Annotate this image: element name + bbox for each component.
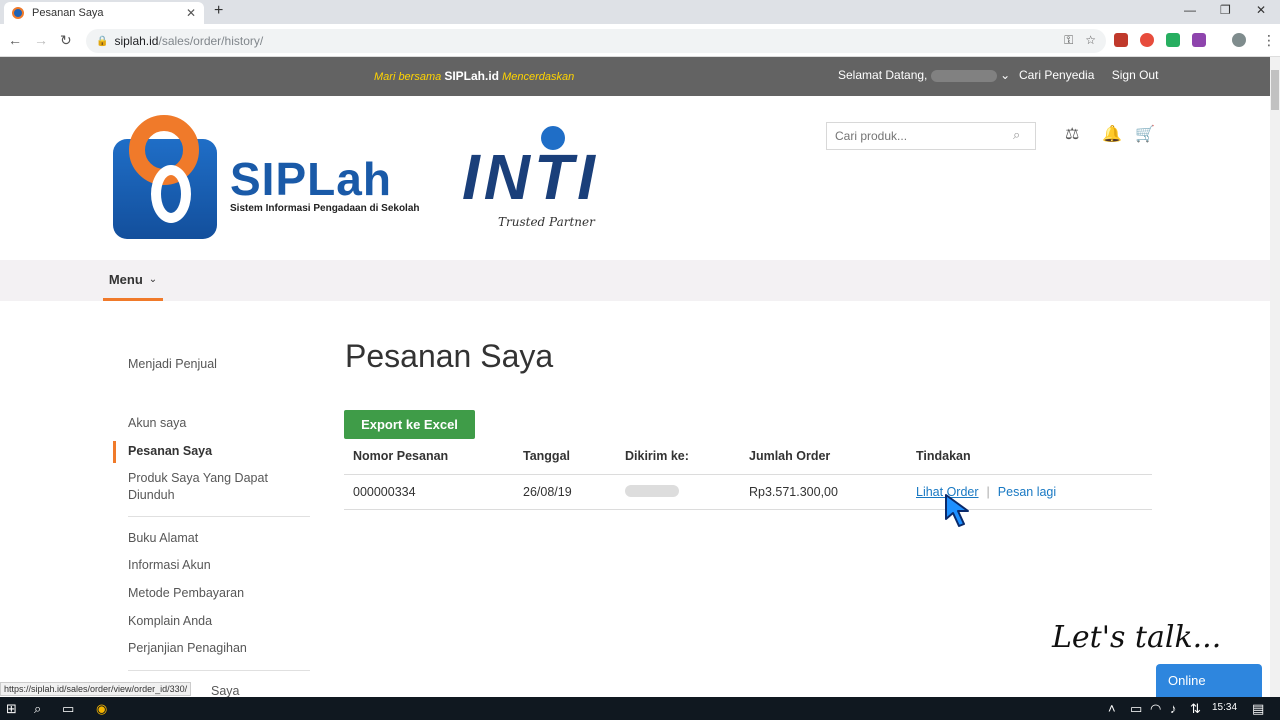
extension-icon[interactable] bbox=[1192, 33, 1206, 47]
notification-icon[interactable]: ▤ bbox=[1252, 701, 1264, 717]
address-bar[interactable]: 🔒 siplah.id/sales/order/history/ ⚿ ☆ bbox=[86, 29, 1106, 53]
search-icon[interactable]: ⌕ bbox=[34, 701, 41, 717]
pdf-extension-icon[interactable] bbox=[1114, 33, 1128, 47]
export-excel-button[interactable]: Export ke Excel bbox=[344, 410, 475, 439]
close-window-icon[interactable]: ✕ bbox=[1256, 3, 1266, 17]
new-tab-button[interactable]: + bbox=[214, 2, 223, 20]
reorder-link[interactable]: Pesan lagi bbox=[998, 485, 1056, 499]
menu-label: Menu bbox=[108, 271, 143, 287]
profile-avatar-icon[interactable] bbox=[1232, 33, 1246, 47]
table-row-divider bbox=[344, 509, 1152, 510]
browser-toolbar: ← → ↻ 🔒 siplah.id/sales/order/history/ ⚿… bbox=[0, 24, 1280, 57]
url-path: /sales/order/history/ bbox=[158, 34, 264, 48]
redacted-username bbox=[930, 69, 997, 82]
reload-icon[interactable]: ↻ bbox=[60, 32, 72, 49]
forward-icon[interactable]: → bbox=[34, 32, 48, 48]
site-header: SIPLah Sistem Informasi Pengadaan di Sek… bbox=[0, 96, 1270, 260]
page-title: Pesanan Saya bbox=[345, 338, 554, 374]
sidebar-item-become-seller[interactable]: Menjadi Penjual bbox=[128, 356, 217, 373]
siplah-logo-icon[interactable] bbox=[113, 115, 217, 239]
sign-out-link[interactable]: Sign Out bbox=[1112, 68, 1159, 82]
sidebar-item-partial[interactable]: Saya bbox=[211, 684, 240, 698]
menu-bar: Menu ⌄ bbox=[0, 260, 1270, 301]
menu-dropdown[interactable]: Menu ⌄ bbox=[103, 260, 163, 301]
column-header-ship-to: Dikirim ke: bbox=[625, 449, 689, 463]
wifi-icon[interactable]: ◠ bbox=[1150, 701, 1161, 717]
adblock-extension-icon[interactable] bbox=[1140, 33, 1154, 47]
siplah-logo-text: SIPLah bbox=[230, 153, 392, 205]
task-view-icon[interactable]: ▭ bbox=[62, 701, 74, 717]
page-scrollbar[interactable] bbox=[1270, 57, 1280, 697]
action-separator: | bbox=[986, 485, 990, 499]
compare-icon[interactable]: ⚖ bbox=[1065, 124, 1079, 144]
sidebar-item-billing-agreements[interactable]: Perjanjian Penagihan bbox=[128, 640, 247, 657]
lock-icon: 🔒 bbox=[96, 35, 109, 47]
volume-icon[interactable]: ♪ bbox=[1170, 701, 1177, 716]
mouse-cursor-icon bbox=[945, 494, 969, 527]
chevron-down-icon: ⌄ bbox=[148, 273, 158, 285]
bell-icon[interactable]: 🔔 bbox=[1102, 124, 1122, 144]
order-date-cell: 26/08/19 bbox=[523, 485, 572, 499]
redacted-recipient bbox=[625, 485, 679, 497]
sidebar-item-my-account[interactable]: Akun saya bbox=[128, 415, 186, 432]
url-host: siplah.id bbox=[114, 34, 159, 48]
column-header-date: Tanggal bbox=[523, 449, 570, 463]
tagline: Mari bersama SIPLah.id Mencerdaskan bbox=[374, 69, 575, 83]
table-header-divider bbox=[344, 474, 1152, 475]
lets-talk-text: Let's talk... bbox=[1052, 620, 1222, 655]
restore-icon[interactable]: ❐ bbox=[1220, 3, 1231, 17]
bookmark-star-icon[interactable]: ☆ bbox=[1085, 33, 1096, 48]
search-icon[interactable]: ⌕ bbox=[1013, 127, 1020, 143]
order-number-cell: 000000334 bbox=[353, 485, 416, 499]
column-header-actions: Tindakan bbox=[916, 449, 971, 463]
os-taskbar: ⊞ ⌕ ▭ ◉ ˄ ▭ ◠ ♪ ⇅ 15:34 ▤ bbox=[0, 697, 1280, 720]
cart-icon[interactable]: 🛒 bbox=[1135, 124, 1155, 144]
find-supplier-link[interactable]: Cari Penyedia bbox=[1019, 68, 1094, 82]
order-total-cell: Rp3.571.300,00 bbox=[749, 485, 838, 499]
browser-tab-bar: Pesanan Saya ✕ + — ❐ ✕ bbox=[0, 0, 1280, 24]
sidebar-item-my-orders[interactable]: Pesanan Saya bbox=[128, 443, 212, 460]
back-icon[interactable]: ← bbox=[8, 32, 22, 48]
status-url-bubble: https://siplah.id/sales/order/view/order… bbox=[0, 682, 192, 696]
sidebar-divider bbox=[128, 516, 310, 517]
sidebar-item-payment-methods[interactable]: Metode Pembayaran bbox=[128, 585, 244, 602]
network-icon[interactable]: ⇅ bbox=[1190, 701, 1201, 717]
site-top-bar: Mari bersama SIPLah.id Mencerdaskan Sela… bbox=[0, 57, 1270, 96]
more-menu-icon[interactable]: ⋮ bbox=[1262, 32, 1276, 49]
key-icon[interactable]: ⚿ bbox=[1064, 33, 1073, 48]
sidebar-item-complaints[interactable]: Komplain Anda bbox=[128, 613, 212, 630]
actions-cell: Lihat Order | Pesan lagi bbox=[916, 485, 1056, 499]
inti-logo-text: INTI bbox=[462, 141, 599, 213]
sidebar-item-account-info[interactable]: Informasi Akun bbox=[128, 557, 211, 574]
welcome-menu[interactable]: Selamat Datang, ⌄ bbox=[838, 68, 1010, 82]
column-header-order-total: Jumlah Order bbox=[749, 449, 831, 463]
online-chat-button[interactable]: Online bbox=[1156, 664, 1262, 697]
ship-to-cell bbox=[625, 485, 679, 500]
siplah-logo-subtitle: Sistem Informasi Pengadaan di Sekolah bbox=[230, 203, 420, 214]
sidebar-item-address-book[interactable]: Buku Alamat bbox=[128, 530, 198, 547]
close-tab-icon[interactable]: ✕ bbox=[186, 6, 196, 20]
inti-logo-tagline: Trusted Partner bbox=[498, 215, 595, 229]
active-indicator bbox=[113, 441, 116, 463]
chrome-icon[interactable]: ◉ bbox=[96, 701, 107, 717]
windows-start-icon[interactable]: ⊞ bbox=[6, 701, 17, 717]
scrollbar-thumb[interactable] bbox=[1271, 70, 1279, 110]
minimize-icon[interactable]: — bbox=[1184, 3, 1196, 17]
site-favicon-icon bbox=[12, 7, 24, 19]
product-search-input[interactable] bbox=[826, 122, 1036, 150]
battery-icon[interactable]: ▭ bbox=[1130, 701, 1142, 717]
sidebar-divider bbox=[128, 670, 310, 671]
chevron-down-icon: ⌄ bbox=[1000, 68, 1011, 82]
taskbar-clock[interactable]: 15:34 bbox=[1212, 702, 1237, 713]
extension-icon[interactable] bbox=[1166, 33, 1180, 47]
sidebar-item-downloadable-products[interactable]: Produk Saya Yang Dapat Diunduh bbox=[128, 470, 278, 504]
column-header-order-number: Nomor Pesanan bbox=[353, 449, 449, 463]
tab-title: Pesanan Saya bbox=[32, 7, 104, 19]
tray-chevron-icon[interactable]: ˄ bbox=[1108, 701, 1116, 716]
browser-tab[interactable]: Pesanan Saya ✕ bbox=[4, 2, 204, 24]
